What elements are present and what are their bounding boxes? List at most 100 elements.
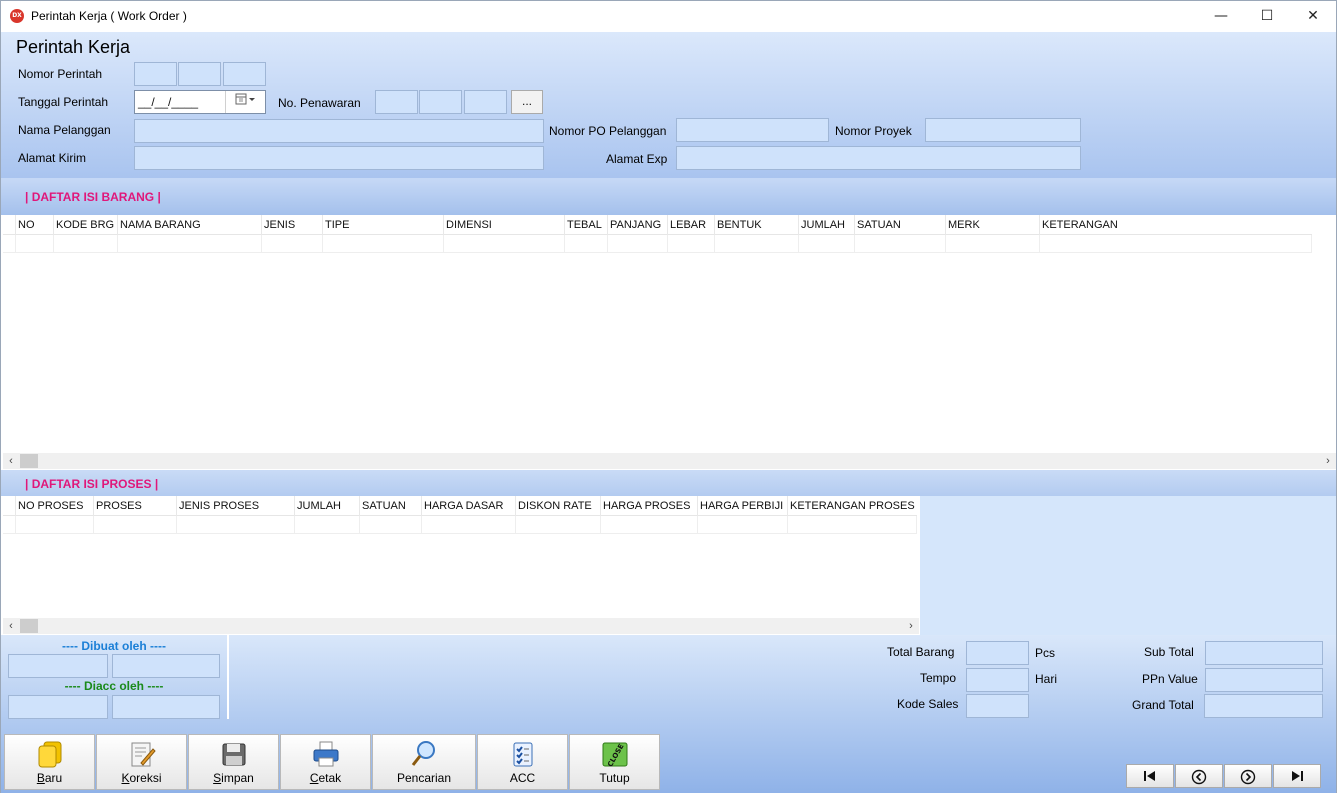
pencarian-label: Pencarian bbox=[396, 771, 452, 785]
proses-horizontal-scrollbar[interactable]: ‹ › bbox=[3, 618, 919, 634]
nomor-perintah-field-3[interactable] bbox=[223, 62, 266, 86]
previous-record-button[interactable] bbox=[1175, 764, 1223, 788]
col-jenis[interactable]: JENIS bbox=[261, 215, 322, 235]
maximize-button[interactable]: ☐ bbox=[1244, 1, 1290, 32]
alamat-exp-field[interactable] bbox=[676, 146, 1081, 170]
next-record-button[interactable] bbox=[1224, 764, 1272, 788]
last-icon bbox=[1292, 771, 1303, 781]
scrollbar-thumb[interactable] bbox=[20, 454, 38, 468]
col-proses[interactable]: PROSES bbox=[93, 496, 176, 516]
col-keterangan-proses[interactable]: KETERANGAN PROSES bbox=[787, 496, 917, 516]
no-penawaran-field-1[interactable] bbox=[375, 90, 418, 114]
previous-icon bbox=[1191, 769, 1207, 785]
barang-section-title: | DAFTAR ISI BARANG | bbox=[25, 190, 161, 204]
col-keterangan[interactable]: KETERANGAN bbox=[1039, 215, 1312, 235]
col-satuan[interactable]: SATUAN bbox=[854, 215, 945, 235]
first-record-button[interactable] bbox=[1126, 764, 1174, 788]
pencarian-button[interactable]: Pencarian bbox=[372, 734, 476, 790]
dibuat-oleh-field-1[interactable] bbox=[8, 654, 108, 678]
baru-button[interactable]: Baru bbox=[4, 734, 95, 790]
col-panjang[interactable]: PANJANG bbox=[607, 215, 667, 235]
diacc-oleh-caption: ---- Diacc oleh ---- bbox=[64, 679, 164, 693]
koreksi-button[interactable]: Koreksi bbox=[96, 734, 187, 790]
sub-total-field[interactable] bbox=[1205, 641, 1323, 665]
proses-grid[interactable]: NO PROSES PROSES JENIS PROSES JUMLAH SAT… bbox=[3, 496, 919, 618]
app-logo-icon: DX bbox=[10, 9, 24, 23]
simpan-label: Simpan bbox=[213, 771, 254, 785]
col-harga-dasar[interactable]: HARGA DASAR bbox=[421, 496, 515, 516]
first-icon bbox=[1144, 771, 1155, 781]
simpan-button[interactable]: Simpan bbox=[188, 734, 279, 790]
nomor-perintah-field-1[interactable] bbox=[134, 62, 177, 86]
acc-button[interactable]: ACC bbox=[477, 734, 568, 790]
col-proses-jumlah[interactable]: JUMLAH bbox=[294, 496, 359, 516]
no-penawaran-field-3[interactable] bbox=[464, 90, 507, 114]
alamat-kirim-label: Alamat Kirim bbox=[18, 151, 87, 165]
checklist-icon bbox=[513, 742, 532, 767]
barang-grid[interactable]: NO KODE BRG NAMA BARANG JENIS TIPE DIMEN… bbox=[3, 215, 1336, 453]
scroll-left-icon[interactable]: ‹ bbox=[3, 453, 19, 469]
new-icon bbox=[38, 741, 61, 768]
col-proses-satuan[interactable]: SATUAN bbox=[359, 496, 421, 516]
work-order-window: DX Perintah Kerja ( Work Order ) — ☐ ✕ P… bbox=[0, 0, 1337, 793]
col-nama-barang[interactable]: NAMA BARANG bbox=[117, 215, 261, 235]
col-jumlah[interactable]: JUMLAH bbox=[798, 215, 854, 235]
total-barang-label: Total Barang bbox=[887, 645, 955, 659]
tanggal-perintah-datepicker[interactable]: __/__/____ bbox=[134, 90, 266, 114]
nomor-perintah-field-2[interactable] bbox=[178, 62, 221, 86]
nomor-proyek-field[interactable] bbox=[925, 118, 1081, 142]
ppn-value-label: PPn Value bbox=[1142, 672, 1198, 686]
total-barang-field[interactable] bbox=[966, 641, 1029, 665]
nomor-po-pelanggan-label: Nomor PO Pelanggan bbox=[549, 124, 667, 138]
sub-total-label: Sub Total bbox=[1144, 645, 1194, 659]
calendar-dropdown-icon[interactable] bbox=[225, 91, 265, 113]
ppn-value-field[interactable] bbox=[1205, 668, 1323, 692]
dibuat-oleh-field-2[interactable] bbox=[112, 654, 220, 678]
minimize-button[interactable]: — bbox=[1198, 1, 1244, 32]
close-sign-icon: CLOSE bbox=[602, 742, 627, 768]
col-jenis-proses[interactable]: JENIS PROSES bbox=[176, 496, 294, 516]
kode-sales-field[interactable] bbox=[966, 694, 1029, 718]
table-row[interactable] bbox=[3, 235, 1312, 253]
header-form: Perintah Kerja Nomor Perintah Tanggal Pe… bbox=[1, 32, 1336, 178]
scroll-left-icon[interactable]: ‹ bbox=[3, 618, 19, 634]
footer-panel: ---- Dibuat oleh ---- ---- Diacc oleh --… bbox=[1, 635, 1336, 793]
grand-total-field[interactable] bbox=[1204, 694, 1323, 718]
hari-label: Hari bbox=[1035, 672, 1058, 686]
barang-grid-header: NO KODE BRG NAMA BARANG JENIS TIPE DIMEN… bbox=[3, 215, 1312, 235]
pcs-label: Pcs bbox=[1035, 646, 1056, 660]
col-lebar[interactable]: LEBAR bbox=[667, 215, 714, 235]
col-no[interactable]: NO bbox=[15, 215, 53, 235]
diacc-oleh-field-1[interactable] bbox=[8, 695, 108, 719]
kode-sales-label: Kode Sales bbox=[897, 697, 959, 711]
col-tebal[interactable]: TEBAL bbox=[564, 215, 607, 235]
alamat-kirim-field[interactable] bbox=[134, 146, 544, 170]
close-button[interactable]: ✕ bbox=[1290, 1, 1336, 32]
col-no-proses[interactable]: NO PROSES bbox=[15, 496, 93, 516]
nama-pelanggan-field[interactable] bbox=[134, 119, 544, 143]
tempo-label: Tempo bbox=[920, 671, 957, 685]
col-dimensi[interactable]: DIMENSI bbox=[443, 215, 564, 235]
table-row[interactable] bbox=[3, 516, 917, 534]
save-icon bbox=[222, 743, 245, 766]
col-harga-perbiji[interactable]: HARGA PERBIJI bbox=[697, 496, 787, 516]
scrollbar-thumb[interactable] bbox=[20, 619, 38, 633]
tempo-field[interactable] bbox=[966, 668, 1029, 692]
scroll-right-icon[interactable]: › bbox=[1320, 453, 1336, 469]
scroll-right-icon[interactable]: › bbox=[903, 618, 919, 634]
no-penawaran-field-2[interactable] bbox=[419, 90, 462, 114]
dibuat-oleh-caption: ---- Dibuat oleh ---- bbox=[62, 639, 166, 653]
nomor-po-pelanggan-field[interactable] bbox=[676, 118, 829, 142]
barang-horizontal-scrollbar[interactable]: ‹ › bbox=[3, 453, 1336, 469]
col-tipe[interactable]: TIPE bbox=[322, 215, 443, 235]
tutup-button[interactable]: CLOSE Tutup bbox=[569, 734, 660, 790]
col-harga-proses[interactable]: HARGA PROSES bbox=[600, 496, 697, 516]
col-kode-brg[interactable]: KODE BRG bbox=[53, 215, 117, 235]
col-bentuk[interactable]: BENTUK bbox=[714, 215, 798, 235]
diacc-oleh-field-2[interactable] bbox=[112, 695, 220, 719]
col-diskon-rate[interactable]: DISKON RATE bbox=[515, 496, 600, 516]
col-merk[interactable]: MERK bbox=[945, 215, 1039, 235]
cetak-button[interactable]: Cetak bbox=[280, 734, 371, 790]
last-record-button[interactable] bbox=[1273, 764, 1321, 788]
browse-penawaran-button[interactable]: ... bbox=[511, 90, 543, 114]
